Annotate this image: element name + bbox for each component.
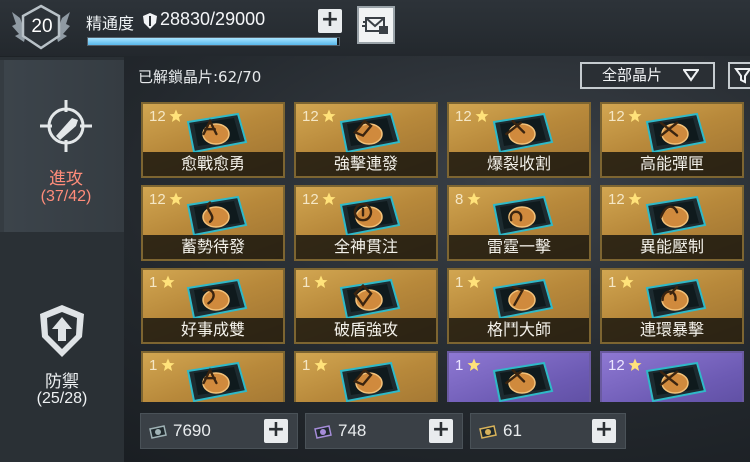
chip-card[interactable]: 12 愈戰愈勇	[141, 102, 285, 178]
star-icon	[161, 358, 175, 371]
chip-emblem-icon	[339, 361, 401, 402]
resource-amount: 748	[338, 421, 367, 440]
add-resource-button[interactable]: +	[264, 419, 288, 443]
chip-card[interactable]: 1	[141, 351, 285, 402]
chip-card[interactable]: 8 雷霆一擊	[447, 185, 591, 261]
mail-icon	[362, 17, 388, 34]
chip-grid: 12 愈戰愈勇 12 強擊連發 12 爆裂收割 12 高能彈匣 12 蓄勢待發 12 全神貫注 8 雷霆一…	[125, 94, 750, 402]
chip-level: 12	[608, 191, 625, 208]
defense-shield-icon	[40, 305, 84, 357]
chip-name: 雷霆一擊	[449, 235, 589, 259]
chip-card[interactable]: 1	[447, 351, 591, 402]
proficiency-progress-bar	[87, 37, 340, 46]
chip-name: 全神貫注	[296, 235, 436, 259]
resource-slot: 61 +	[470, 413, 626, 449]
top-bar: 20 精通度 28830/29000 +	[0, 0, 750, 56]
chip-level: 1	[149, 357, 158, 374]
filter-button[interactable]	[728, 62, 750, 89]
proficiency-value: 28830/29000	[160, 9, 266, 29]
chip-card[interactable]: 12 全神貫注	[294, 185, 438, 261]
category-sidebar: 進攻 (37/42) 防禦 (25/28)	[0, 57, 124, 462]
chip-name: 連環暴擊	[602, 318, 742, 342]
chip-card[interactable]: 1 好事成雙	[141, 268, 285, 344]
chip-filter-label: 全部晶片	[602, 66, 663, 84]
chip-level: 1	[302, 357, 311, 374]
chip-card[interactable]: 1 破盾強攻	[294, 268, 438, 344]
star-icon	[467, 358, 481, 371]
unlocked-chips-count: 已解鎖晶片:62/70	[138, 68, 262, 86]
chip-card[interactable]: 1 連環暴擊	[600, 268, 744, 344]
chip-emblem-icon	[645, 361, 707, 402]
chip-name: 破盾強攻	[296, 318, 436, 342]
chip-card[interactable]: 12 爆裂收割	[447, 102, 591, 178]
chip-filter-dropdown[interactable]: 全部晶片	[580, 62, 715, 89]
resource-amount: 7690	[173, 421, 211, 440]
shield-icon	[143, 13, 157, 29]
chevron-down-icon	[683, 69, 699, 82]
chip-name: 格鬥大師	[449, 318, 589, 342]
add-resource-button[interactable]: +	[429, 419, 453, 443]
star-icon	[467, 275, 481, 288]
star-icon	[314, 275, 328, 288]
chip-name: 強擊連發	[296, 152, 436, 176]
chip-material-gold-icon	[479, 425, 497, 439]
chip-card[interactable]: 1 格鬥大師	[447, 268, 591, 344]
chip-card[interactable]: 12 強擊連發	[294, 102, 438, 178]
plus-icon: +	[266, 417, 286, 442]
chip-level: 12	[455, 108, 472, 125]
chip-emblem-icon	[186, 361, 248, 402]
chip-level: 12	[302, 191, 319, 208]
chip-level: 1	[455, 274, 464, 291]
sidebar-item-defense[interactable]: 防禦 (25/28)	[0, 297, 124, 462]
chip-level: 1	[302, 274, 311, 291]
chip-card[interactable]: 12	[600, 351, 744, 402]
chip-name: 蓄勢待發	[143, 235, 283, 259]
proficiency-label: 精通度	[86, 14, 135, 33]
sidebar-item-attack[interactable]: 進攻 (37/42)	[0, 60, 124, 232]
chip-level: 12	[608, 357, 625, 374]
chip-emblem-icon	[492, 361, 554, 402]
chip-level: 8	[455, 191, 464, 208]
star-icon	[620, 275, 634, 288]
chip-name: 愈戰愈勇	[143, 152, 283, 176]
attack-crosshair-icon	[40, 100, 92, 152]
star-icon	[467, 192, 481, 205]
mail-button[interactable]	[357, 6, 395, 44]
plus-icon: +	[431, 417, 451, 442]
sidebar-item-count: (37/42)	[40, 188, 92, 205]
level-badge: 20	[12, 4, 70, 50]
proficiency-progress-fill	[88, 38, 338, 45]
star-icon	[314, 358, 328, 371]
chip-level: 1	[455, 357, 464, 374]
add-proficiency-button[interactable]: +	[318, 9, 342, 33]
resource-slot: 748 +	[305, 413, 463, 449]
add-resource-button[interactable]: +	[592, 419, 616, 443]
chip-card[interactable]: 1	[294, 351, 438, 402]
sidebar-item-label: 進攻	[49, 169, 83, 189]
chip-level: 12	[149, 191, 166, 208]
chip-card[interactable]: 12 蓄勢待發	[141, 185, 285, 261]
resource-amount: 61	[503, 421, 522, 440]
chip-name: 爆裂收割	[449, 152, 589, 176]
funnel-icon	[734, 68, 750, 84]
chip-name: 高能彈匣	[602, 152, 742, 176]
chip-card[interactable]: 12 高能彈匣	[600, 102, 744, 178]
chip-level: 12	[608, 108, 625, 125]
chip-level: 1	[608, 274, 617, 291]
sidebar-item-label: 防禦	[45, 372, 79, 392]
resource-slot: 7690 +	[140, 413, 298, 449]
chip-level: 1	[149, 274, 158, 291]
chip-name: 好事成雙	[143, 318, 283, 342]
chip-level: 12	[149, 108, 166, 125]
plus-icon: +	[320, 7, 340, 32]
chip-material-gray-icon	[149, 425, 167, 439]
chip-material-purple-icon	[314, 425, 332, 439]
sidebar-item-count: (25/28)	[36, 390, 88, 407]
level-number: 20	[31, 16, 53, 37]
chip-level: 12	[302, 108, 319, 125]
plus-icon: +	[594, 417, 614, 442]
chip-card[interactable]: 12 異能壓制	[600, 185, 744, 261]
star-icon	[161, 275, 175, 288]
chip-name: 異能壓制	[602, 235, 742, 259]
